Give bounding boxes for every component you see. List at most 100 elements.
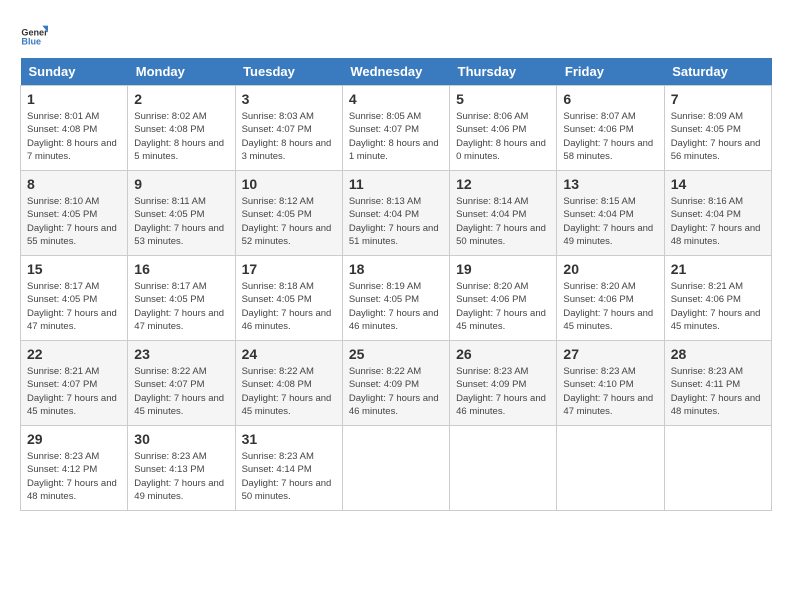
calendar-cell: 16 Sunrise: 8:17 AMSunset: 4:05 PMDaylig… (128, 256, 235, 341)
day-number: 29 (27, 431, 121, 447)
day-info: Sunrise: 8:14 AMSunset: 4:04 PMDaylight:… (456, 195, 550, 248)
day-info: Sunrise: 8:20 AMSunset: 4:06 PMDaylight:… (563, 280, 657, 333)
day-number: 5 (456, 91, 550, 107)
day-info: Sunrise: 8:05 AMSunset: 4:07 PMDaylight:… (349, 110, 443, 163)
calendar-cell: 4 Sunrise: 8:05 AMSunset: 4:07 PMDayligh… (342, 86, 449, 171)
calendar-cell: 2 Sunrise: 8:02 AMSunset: 4:08 PMDayligh… (128, 86, 235, 171)
day-number: 23 (134, 346, 228, 362)
day-number: 2 (134, 91, 228, 107)
calendar-cell: 23 Sunrise: 8:22 AMSunset: 4:07 PMDaylig… (128, 341, 235, 426)
day-number: 14 (671, 176, 765, 192)
day-number: 18 (349, 261, 443, 277)
day-number: 31 (242, 431, 336, 447)
day-info: Sunrise: 8:17 AMSunset: 4:05 PMDaylight:… (27, 280, 121, 333)
header-friday: Friday (557, 58, 664, 86)
header-sunday: Sunday (21, 58, 128, 86)
calendar-cell (342, 426, 449, 511)
day-number: 9 (134, 176, 228, 192)
day-number: 15 (27, 261, 121, 277)
calendar-cell: 9 Sunrise: 8:11 AMSunset: 4:05 PMDayligh… (128, 171, 235, 256)
calendar-week-1: 1 Sunrise: 8:01 AMSunset: 4:08 PMDayligh… (21, 86, 772, 171)
day-info: Sunrise: 8:22 AMSunset: 4:08 PMDaylight:… (242, 365, 336, 418)
day-number: 22 (27, 346, 121, 362)
calendar-cell: 19 Sunrise: 8:20 AMSunset: 4:06 PMDaylig… (450, 256, 557, 341)
day-info: Sunrise: 8:13 AMSunset: 4:04 PMDaylight:… (349, 195, 443, 248)
header-monday: Monday (128, 58, 235, 86)
calendar-week-5: 29 Sunrise: 8:23 AMSunset: 4:12 PMDaylig… (21, 426, 772, 511)
day-info: Sunrise: 8:21 AMSunset: 4:07 PMDaylight:… (27, 365, 121, 418)
calendar-cell: 24 Sunrise: 8:22 AMSunset: 4:08 PMDaylig… (235, 341, 342, 426)
calendar-cell: 22 Sunrise: 8:21 AMSunset: 4:07 PMDaylig… (21, 341, 128, 426)
day-info: Sunrise: 8:22 AMSunset: 4:09 PMDaylight:… (349, 365, 443, 418)
day-number: 21 (671, 261, 765, 277)
day-number: 26 (456, 346, 550, 362)
weekday-header-row: Sunday Monday Tuesday Wednesday Thursday… (21, 58, 772, 86)
calendar-table: Sunday Monday Tuesday Wednesday Thursday… (20, 58, 772, 511)
day-number: 17 (242, 261, 336, 277)
day-number: 8 (27, 176, 121, 192)
day-info: Sunrise: 8:23 AMSunset: 4:09 PMDaylight:… (456, 365, 550, 418)
calendar-cell (664, 426, 771, 511)
calendar-cell: 17 Sunrise: 8:18 AMSunset: 4:05 PMDaylig… (235, 256, 342, 341)
calendar-cell: 8 Sunrise: 8:10 AMSunset: 4:05 PMDayligh… (21, 171, 128, 256)
day-info: Sunrise: 8:07 AMSunset: 4:06 PMDaylight:… (563, 110, 657, 163)
calendar-cell: 15 Sunrise: 8:17 AMSunset: 4:05 PMDaylig… (21, 256, 128, 341)
day-number: 28 (671, 346, 765, 362)
day-info: Sunrise: 8:20 AMSunset: 4:06 PMDaylight:… (456, 280, 550, 333)
calendar-cell: 26 Sunrise: 8:23 AMSunset: 4:09 PMDaylig… (450, 341, 557, 426)
day-number: 11 (349, 176, 443, 192)
day-info: Sunrise: 8:01 AMSunset: 4:08 PMDaylight:… (27, 110, 121, 163)
calendar-cell: 5 Sunrise: 8:06 AMSunset: 4:06 PMDayligh… (450, 86, 557, 171)
calendar-week-4: 22 Sunrise: 8:21 AMSunset: 4:07 PMDaylig… (21, 341, 772, 426)
day-number: 1 (27, 91, 121, 107)
day-info: Sunrise: 8:09 AMSunset: 4:05 PMDaylight:… (671, 110, 765, 163)
calendar-cell: 10 Sunrise: 8:12 AMSunset: 4:05 PMDaylig… (235, 171, 342, 256)
calendar-cell: 29 Sunrise: 8:23 AMSunset: 4:12 PMDaylig… (21, 426, 128, 511)
calendar-cell: 3 Sunrise: 8:03 AMSunset: 4:07 PMDayligh… (235, 86, 342, 171)
day-number: 12 (456, 176, 550, 192)
day-info: Sunrise: 8:17 AMSunset: 4:05 PMDaylight:… (134, 280, 228, 333)
day-info: Sunrise: 8:23 AMSunset: 4:11 PMDaylight:… (671, 365, 765, 418)
logo-icon: General Blue (20, 20, 48, 48)
calendar-cell: 21 Sunrise: 8:21 AMSunset: 4:06 PMDaylig… (664, 256, 771, 341)
calendar-cell: 20 Sunrise: 8:20 AMSunset: 4:06 PMDaylig… (557, 256, 664, 341)
day-info: Sunrise: 8:11 AMSunset: 4:05 PMDaylight:… (134, 195, 228, 248)
header-saturday: Saturday (664, 58, 771, 86)
day-number: 3 (242, 91, 336, 107)
day-info: Sunrise: 8:16 AMSunset: 4:04 PMDaylight:… (671, 195, 765, 248)
calendar-week-2: 8 Sunrise: 8:10 AMSunset: 4:05 PMDayligh… (21, 171, 772, 256)
header-thursday: Thursday (450, 58, 557, 86)
svg-text:Blue: Blue (21, 37, 41, 47)
calendar-cell: 13 Sunrise: 8:15 AMSunset: 4:04 PMDaylig… (557, 171, 664, 256)
calendar-cell (557, 426, 664, 511)
day-info: Sunrise: 8:21 AMSunset: 4:06 PMDaylight:… (671, 280, 765, 333)
day-number: 4 (349, 91, 443, 107)
calendar-cell (450, 426, 557, 511)
day-info: Sunrise: 8:22 AMSunset: 4:07 PMDaylight:… (134, 365, 228, 418)
day-info: Sunrise: 8:15 AMSunset: 4:04 PMDaylight:… (563, 195, 657, 248)
day-number: 20 (563, 261, 657, 277)
calendar-cell: 27 Sunrise: 8:23 AMSunset: 4:10 PMDaylig… (557, 341, 664, 426)
calendar-cell: 18 Sunrise: 8:19 AMSunset: 4:05 PMDaylig… (342, 256, 449, 341)
day-info: Sunrise: 8:23 AMSunset: 4:13 PMDaylight:… (134, 450, 228, 503)
calendar-cell: 28 Sunrise: 8:23 AMSunset: 4:11 PMDaylig… (664, 341, 771, 426)
calendar-cell: 12 Sunrise: 8:14 AMSunset: 4:04 PMDaylig… (450, 171, 557, 256)
day-info: Sunrise: 8:03 AMSunset: 4:07 PMDaylight:… (242, 110, 336, 163)
calendar-cell: 31 Sunrise: 8:23 AMSunset: 4:14 PMDaylig… (235, 426, 342, 511)
day-number: 25 (349, 346, 443, 362)
calendar-cell: 30 Sunrise: 8:23 AMSunset: 4:13 PMDaylig… (128, 426, 235, 511)
calendar-week-3: 15 Sunrise: 8:17 AMSunset: 4:05 PMDaylig… (21, 256, 772, 341)
day-number: 24 (242, 346, 336, 362)
day-info: Sunrise: 8:02 AMSunset: 4:08 PMDaylight:… (134, 110, 228, 163)
day-number: 13 (563, 176, 657, 192)
day-info: Sunrise: 8:23 AMSunset: 4:10 PMDaylight:… (563, 365, 657, 418)
day-info: Sunrise: 8:23 AMSunset: 4:12 PMDaylight:… (27, 450, 121, 503)
day-number: 19 (456, 261, 550, 277)
calendar-cell: 25 Sunrise: 8:22 AMSunset: 4:09 PMDaylig… (342, 341, 449, 426)
day-number: 16 (134, 261, 228, 277)
header-tuesday: Tuesday (235, 58, 342, 86)
day-info: Sunrise: 8:10 AMSunset: 4:05 PMDaylight:… (27, 195, 121, 248)
calendar-cell: 6 Sunrise: 8:07 AMSunset: 4:06 PMDayligh… (557, 86, 664, 171)
day-info: Sunrise: 8:19 AMSunset: 4:05 PMDaylight:… (349, 280, 443, 333)
day-info: Sunrise: 8:18 AMSunset: 4:05 PMDaylight:… (242, 280, 336, 333)
